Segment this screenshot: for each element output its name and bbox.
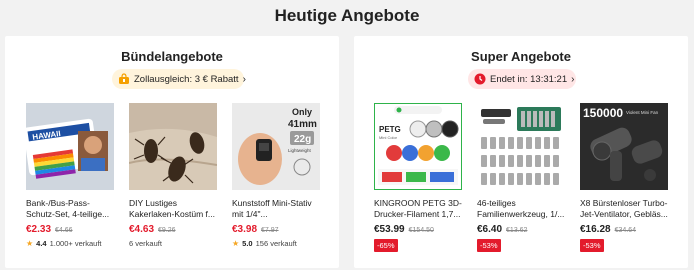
filament-sub: Mini Color (379, 135, 398, 140)
clock-icon (474, 73, 486, 85)
bundle-offers-title[interactable]: Bündelangebote (5, 49, 339, 64)
filament-label: PETG (379, 125, 401, 134)
star-icon: ★ (26, 239, 34, 248)
discount-badge: -65% (374, 239, 398, 252)
bundle-discount-text: Zollausgleich: 3 € Rabatt (134, 73, 239, 85)
product-name[interactable]: KINGROON PETG 3D-Drucker-Filament 1,7... (374, 198, 462, 220)
super-deals-card: Super Angebote Endet in: 13:31:21 › PETG (354, 36, 688, 268)
bundle-offers-card: Bündelangebote Zollausgleich: 3 € Rabatt… (5, 36, 339, 268)
tripod-text-3: 22g (294, 134, 311, 145)
product-image-turbo-fan[interactable]: 150000 Violent Mini Fan (580, 103, 668, 190)
deal-countdown-text: Endet in: 13:31:21 (490, 73, 568, 85)
product-sold-count: 1.000+ verkauft (49, 239, 102, 248)
gift-bag-icon (118, 73, 130, 85)
product-price: €53.99 (374, 224, 405, 235)
product-meta: ★ 4.4 1.000+ verkauft (26, 239, 114, 248)
product-image-pass-holder[interactable]: HAWAII (26, 103, 114, 190)
deal-countdown-pill[interactable]: Endet in: 13:31:21 › (468, 69, 576, 89)
product-old-price: €7.97 (261, 227, 279, 234)
product-old-price: €154.50 (408, 227, 434, 234)
product-price: €3.98 (232, 224, 258, 235)
product-name[interactable]: Bank-/Bus-Pass-Schutz-Set, 4-teilige... (26, 198, 114, 220)
product-rating: 5.0 (242, 239, 253, 248)
product-price: €16.28 (580, 224, 611, 235)
product-old-price: €34.64 (614, 227, 637, 234)
bundle-discount-pill[interactable]: Zollausgleich: 3 € Rabatt › (112, 69, 246, 89)
chevron-right-icon: › (242, 73, 246, 85)
product-price: €6.40 (477, 224, 503, 235)
product-meta: ★ 5.0 156 verkauft (232, 239, 320, 248)
discount-badge: -53% (477, 239, 501, 252)
fan-text-1: 150000 (583, 106, 623, 120)
product-tile[interactable]: 150000 Violent Mini Fan X8 Bürstenloser … (580, 103, 668, 253)
product-sold-count: 6 verkauft (129, 239, 162, 248)
product-old-price: €13.62 (506, 227, 528, 234)
star-icon: ★ (232, 239, 240, 248)
product-tile[interactable]: DIY Lustiges Kakerlaken-Kostüm f... €4.6… (129, 103, 217, 248)
discount-badge: -53% (580, 239, 604, 252)
deals-product-list: PETG Mini Color KINGROON PETG 3D-Drucker… (374, 103, 668, 253)
product-sold-count: 156 verkauft (255, 239, 297, 248)
product-name[interactable]: Kunststoff Mini-Stativ mit 1/4"... (232, 198, 320, 220)
product-tile[interactable]: HAWAII Bank-/Bus-Pass-Schutz-Set, 4-teil… (26, 103, 114, 248)
section-heading: Heutige Angebote (274, 6, 420, 25)
product-old-price: €4.66 (55, 227, 73, 234)
product-price: €4.63 (129, 224, 155, 235)
chevron-right-icon: › (571, 73, 575, 85)
product-name[interactable]: DIY Lustiges Kakerlaken-Kostüm f... (129, 198, 217, 220)
product-image-tool-set[interactable] (477, 103, 565, 190)
fan-text-2: Violent Mini Fan (626, 110, 659, 115)
todays-deals-section: Heutige Angebote Bündelangebote Zollausg… (0, 0, 694, 270)
tripod-text-2: 41mm (288, 119, 317, 130)
product-tile[interactable]: 46-teiliges Familienwerkzeug, 1/... €6.4… (477, 103, 565, 253)
product-rating: 4.4 (36, 239, 47, 248)
super-deals-title[interactable]: Super Angebote (354, 49, 688, 64)
product-name[interactable]: X8 Bürstenloser Turbo-Jet-Ventilator, Ge… (580, 198, 668, 220)
product-image-mini-tripod[interactable]: Only 41mm 22g Lightweight (232, 103, 320, 190)
bundle-product-list: HAWAII Bank-/Bus-Pass-Schutz-Set, 4-teil… (26, 103, 320, 248)
product-tile[interactable]: Only 41mm 22g Lightweight Kunststoff Min… (232, 103, 320, 248)
tripod-text-1: Only (292, 107, 312, 117)
product-tile[interactable]: PETG Mini Color KINGROON PETG 3D-Drucker… (374, 103, 462, 253)
product-name[interactable]: 46-teiliges Familienwerkzeug, 1/... (477, 198, 565, 220)
tripod-text-4: Lightweight (288, 148, 312, 153)
product-price: €2.33 (26, 224, 52, 235)
product-image-filament[interactable]: PETG Mini Color (374, 103, 462, 190)
product-old-price: €9.26 (158, 227, 176, 234)
product-image-cockroach-costume[interactable] (129, 103, 217, 190)
product-meta: 6 verkauft (129, 239, 217, 248)
